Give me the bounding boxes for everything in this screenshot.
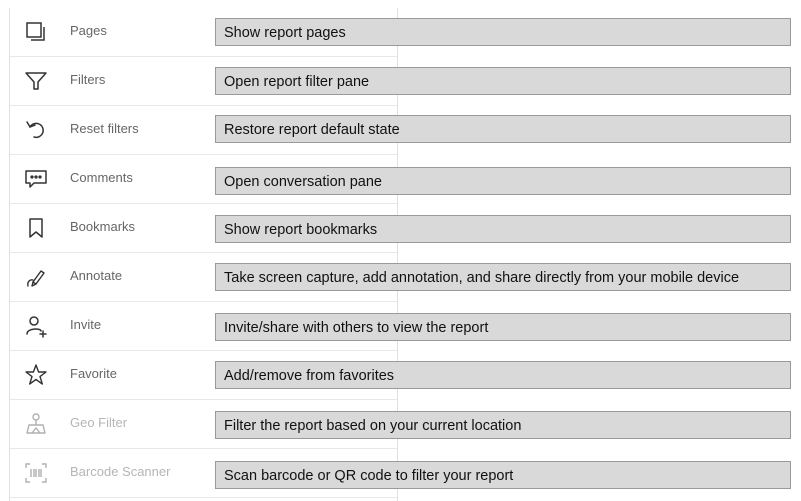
callout-pages: Show report pages bbox=[215, 18, 791, 46]
callout-text: Open conversation pane bbox=[224, 174, 382, 190]
comment-icon bbox=[24, 167, 48, 191]
callout-text: Filter the report based on your current … bbox=[224, 418, 522, 434]
callout-text: Invite/share with others to view the rep… bbox=[224, 320, 489, 336]
undo-icon bbox=[24, 118, 48, 142]
pages-icon bbox=[24, 20, 48, 44]
callout-text: Take screen capture, add annotation, and… bbox=[224, 270, 740, 286]
add-person-icon bbox=[24, 314, 48, 338]
callout-filters: Open report filter pane bbox=[215, 67, 791, 95]
callout-reset-filters: Restore report default state bbox=[215, 115, 791, 143]
menu-item-label: Pages bbox=[70, 23, 107, 38]
geo-pin-icon bbox=[24, 412, 48, 436]
callout-geo-filter: Filter the report based on your current … bbox=[215, 411, 791, 439]
menu-item-label: Reset filters bbox=[70, 121, 139, 136]
bookmark-icon bbox=[24, 216, 48, 240]
callout-text: Restore report default state bbox=[224, 122, 400, 138]
callout-barcode-scanner: Scan barcode or QR code to filter your r… bbox=[215, 461, 791, 489]
callout-text: Show report bookmarks bbox=[224, 222, 378, 238]
callout-text: Show report pages bbox=[224, 25, 346, 41]
menu-item-label: Geo Filter bbox=[70, 415, 128, 430]
menu-item-label: Favorite bbox=[70, 366, 117, 381]
callout-comments: Open conversation pane bbox=[215, 167, 791, 195]
callout-annotate: Take screen capture, add annotation, and… bbox=[215, 263, 791, 291]
menu-item-label: Invite bbox=[70, 317, 102, 332]
menu-item-label: Bookmarks bbox=[70, 219, 136, 234]
callout-favorite: Add/remove from favorites bbox=[215, 361, 791, 389]
callout-text: Add/remove from favorites bbox=[224, 368, 395, 384]
annotate-pen-icon bbox=[24, 265, 48, 289]
callout-text: Scan barcode or QR code to filter your r… bbox=[224, 468, 514, 484]
menu-item-label: Comments bbox=[70, 170, 133, 185]
barcode-icon bbox=[24, 461, 48, 485]
menu-item-label: Annotate bbox=[70, 268, 123, 283]
menu-item-label: Filters bbox=[70, 72, 106, 87]
callout-invite: Invite/share with others to view the rep… bbox=[215, 313, 791, 341]
star-icon bbox=[24, 363, 48, 387]
callout-text: Open report filter pane bbox=[224, 74, 370, 90]
menu-item-label: Barcode Scanner bbox=[70, 464, 171, 479]
filter-icon bbox=[24, 69, 48, 93]
callout-bookmarks: Show report bookmarks bbox=[215, 215, 791, 243]
